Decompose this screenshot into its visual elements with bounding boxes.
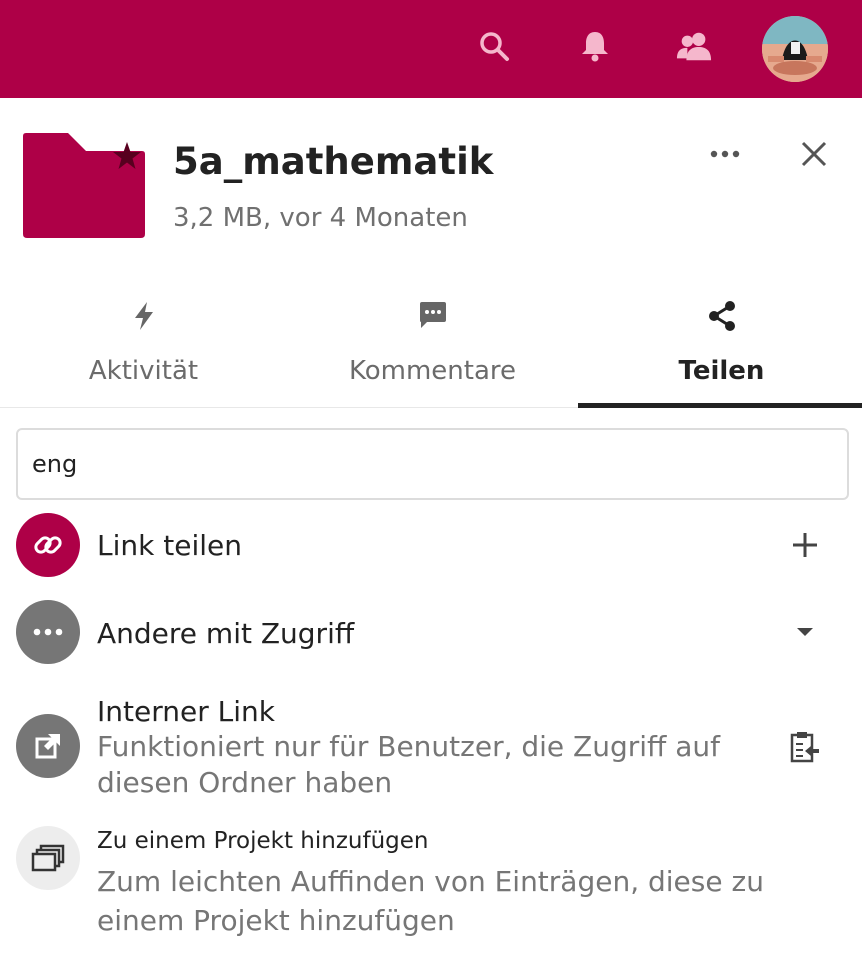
projects-icon	[16, 826, 80, 890]
tab-share[interactable]: Teilen	[578, 278, 862, 408]
search-icon[interactable]	[476, 28, 512, 64]
tab-label: Aktivität	[88, 356, 199, 386]
sidebar-tabs: Aktivität Kommentare Teilen	[0, 278, 862, 408]
bell-icon[interactable]	[577, 28, 613, 64]
internal-link-description: Funktioniert nur für Benutzer, die Zugri…	[97, 730, 720, 799]
add-to-project-description: Zum leichten Auffinden von Einträgen, di…	[97, 865, 764, 937]
contacts-icon[interactable]	[676, 28, 712, 64]
folder-star-icon	[20, 128, 150, 240]
tab-label: Kommentare	[348, 356, 517, 386]
tab-activity[interactable]: Aktivität	[0, 278, 287, 408]
others-with-access-label[interactable]: Andere mit Zugriff	[97, 617, 354, 650]
share-icon	[578, 298, 862, 334]
triangle-down-icon[interactable]	[783, 610, 827, 654]
add-to-project-title[interactable]: Zu einem Projekt hinzufügen	[97, 828, 429, 854]
file-name: 5a_mathematik	[173, 140, 494, 183]
share-search-input[interactable]	[16, 428, 849, 500]
clipboard-icon[interactable]	[783, 725, 827, 769]
share-link-label[interactable]: Link teilen	[97, 529, 242, 562]
tab-comments[interactable]: Kommentare	[289, 278, 576, 408]
file-meta: 3,2 MB, vor 4 Monaten	[173, 203, 468, 233]
internal-link-title: Interner Link	[97, 695, 275, 728]
top-header-bar	[0, 0, 862, 98]
more-actions-button[interactable]	[704, 136, 746, 172]
tab-label: Teilen	[678, 356, 765, 386]
comment-icon	[289, 298, 576, 334]
link-icon	[16, 513, 80, 577]
active-tab-indicator	[578, 403, 862, 408]
more-horizontal-icon	[16, 600, 80, 664]
close-button[interactable]	[794, 136, 834, 172]
external-link-icon	[16, 714, 80, 778]
plus-icon[interactable]	[783, 523, 827, 567]
avatar[interactable]	[762, 16, 828, 82]
activity-icon	[0, 298, 287, 334]
